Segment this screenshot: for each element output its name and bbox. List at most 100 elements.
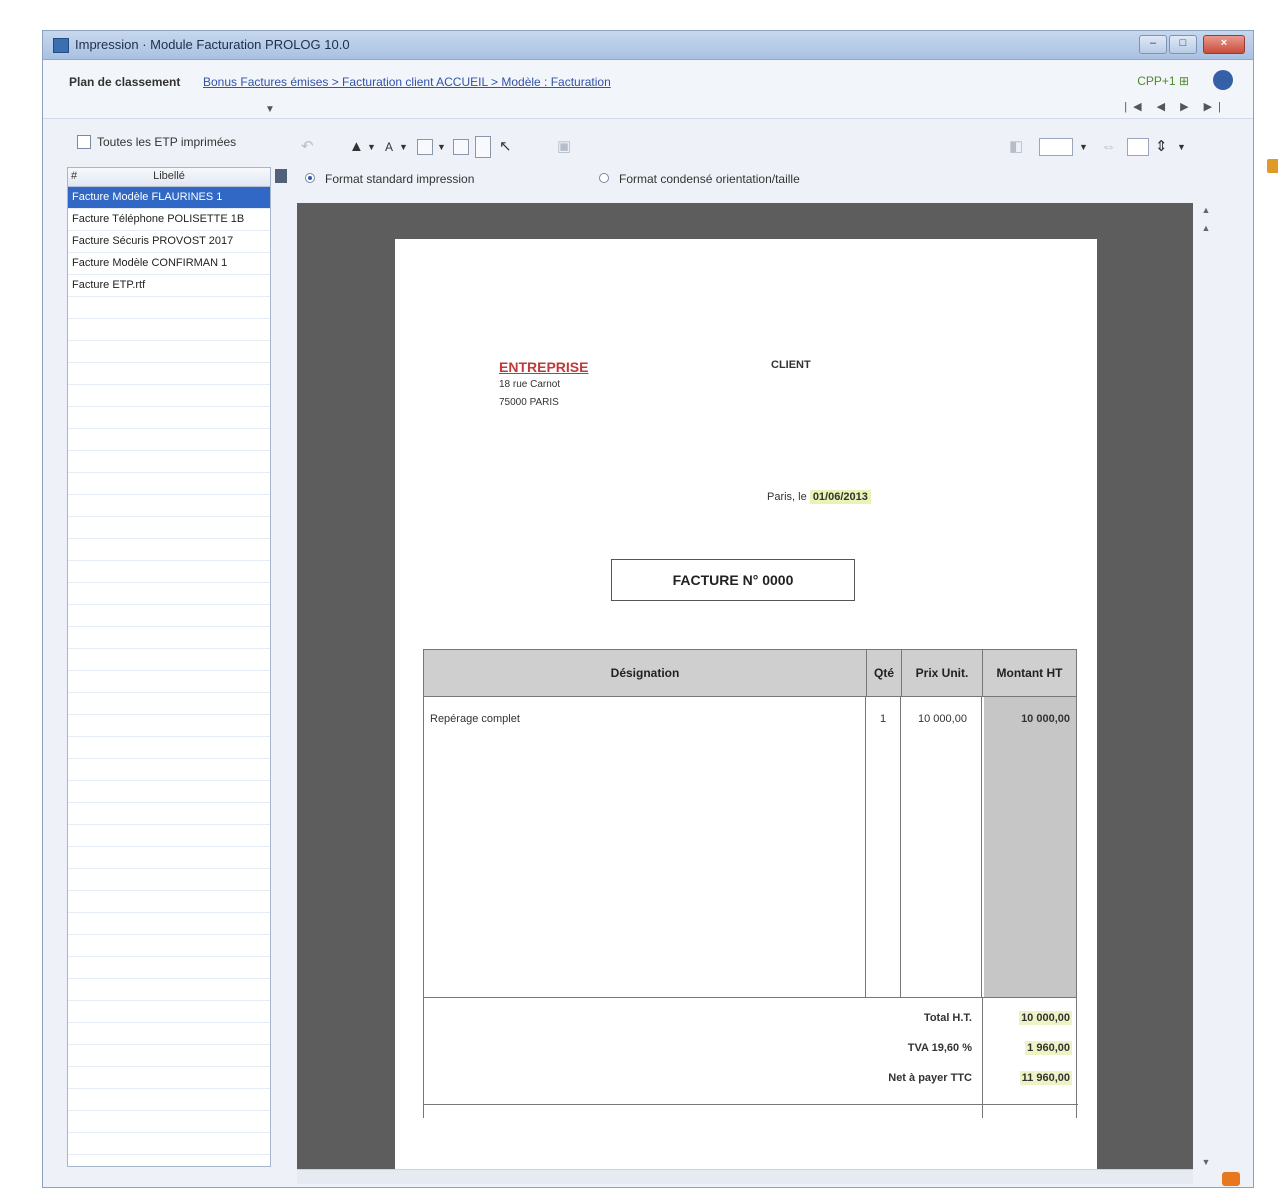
company-address-line2: 75000 PARIS [499, 397, 559, 408]
table-dropdown-icon[interactable]: ▼ [437, 137, 446, 157]
empty-list-row [68, 363, 270, 385]
document-list[interactable]: # Libellé Facture Modèle FLAURINES 1 Fact… [67, 167, 271, 1167]
collapse-arrow-icon[interactable]: ▼ [265, 104, 275, 115]
text-color-icon[interactable]: ▲ [349, 137, 364, 157]
empty-list-row [68, 1045, 270, 1067]
empty-list-row [68, 1133, 270, 1155]
remove-document-button[interactable] [275, 169, 287, 183]
scroll-page-up-icon[interactable]: ▲ [1199, 223, 1213, 233]
scroll-up-icon[interactable]: ▲ [1199, 205, 1213, 215]
empty-list-row [68, 539, 270, 561]
zoom-input[interactable] [1039, 138, 1073, 156]
page-nav-icon[interactable]: ⇕ [1155, 137, 1168, 157]
empty-list-row [68, 649, 270, 671]
empty-list-row [68, 913, 270, 935]
fit-width-icon[interactable]: ⇔ [1101, 137, 1116, 157]
document-sidebar: Toutes les ETP imprimées # Libellé Factu… [67, 127, 271, 1167]
breadcrumb[interactable]: Bonus Factures émises > Facturation clie… [203, 75, 611, 89]
maximize-button[interactable]: □ [1169, 35, 1197, 54]
total-ttc-value: 11 960,00 [1019, 1071, 1072, 1085]
close-button[interactable]: × [1203, 35, 1245, 54]
format-options: Format standard impression Format conden… [301, 169, 1253, 189]
invoice-title: FACTURE N° 0000 [672, 572, 794, 588]
print-all-label: Toutes les ETP imprimées [97, 135, 237, 149]
notes-icon[interactable] [1267, 159, 1278, 173]
app-icon [53, 38, 69, 53]
format-condensed-label: Format condensé orientation/taille [619, 172, 800, 186]
total-ttc-label: Net à payer TTC [888, 1072, 972, 1084]
tva-value: 1 960,00 [1025, 1041, 1072, 1055]
empty-list-row [68, 297, 270, 319]
vertical-scrollbar[interactable]: ▲ ▲ ▼ [1199, 203, 1213, 1169]
page-setup-icon[interactable] [475, 136, 491, 158]
empty-list-row [68, 671, 270, 693]
empty-list-row [68, 319, 270, 341]
list-item[interactable]: Facture Téléphone POLISETTE 1B [68, 209, 270, 231]
tva-label: TVA 19,60 % [907, 1042, 972, 1054]
invoice-table: Désignation Qté Prix Unit. Montant HT Re… [423, 649, 1078, 1119]
row-unit-price: 10 000,00 [918, 713, 967, 725]
empty-list-row [68, 583, 270, 605]
company-name: ENTREPRISE [499, 359, 589, 375]
empty-list-row [68, 407, 270, 429]
minimize-button[interactable]: – [1139, 35, 1167, 54]
list-item[interactable]: Facture Sécuris PROVOST 2017 [68, 231, 270, 253]
maximize-icon: □ [1179, 37, 1187, 49]
font-size-dropdown-icon[interactable]: ▼ [399, 137, 408, 157]
image-icon[interactable] [453, 139, 469, 155]
empty-list-row [68, 847, 270, 869]
help-icon[interactable] [1213, 70, 1233, 90]
font-size-icon[interactable]: A [385, 137, 393, 157]
print-icon[interactable]: ▣ [557, 137, 571, 157]
close-icon: × [1220, 37, 1228, 49]
horizontal-scrollbar[interactable] [297, 1169, 1193, 1184]
empty-list-row [68, 715, 270, 737]
empty-list-row [68, 1023, 270, 1045]
empty-list-row [68, 825, 270, 847]
format-standard-radio[interactable] [305, 173, 315, 183]
empty-list-row [68, 979, 270, 1001]
totals-divider [982, 998, 983, 1118]
empty-list-row [68, 451, 270, 473]
undo-icon[interactable]: ↶ [301, 137, 314, 157]
app-window: Impression · Module Facturation PROLOG 1… [42, 30, 1278, 1188]
client-label: CLIENT [771, 359, 811, 371]
list-item[interactable]: Facture Modèle FLAURINES 1 [68, 187, 270, 209]
scroll-down-icon[interactable]: ▼ [1199, 1157, 1213, 1167]
empty-list-row [68, 1067, 270, 1089]
format-condensed-radio[interactable] [599, 173, 609, 183]
pointer-icon[interactable]: ↖ [499, 137, 512, 157]
list-item[interactable]: Facture Modèle CONFIRMAN 1 [68, 253, 270, 275]
totals-block: Total H.T. 10 000,00 TVA 19,60 % 1 960,0… [423, 998, 1078, 1118]
table-icon[interactable] [417, 139, 433, 155]
tray-icon[interactable] [1222, 1172, 1240, 1186]
empty-list-row [68, 935, 270, 957]
text-color-dropdown-icon[interactable]: ▼ [367, 137, 376, 157]
header-unit-price: Prix Unit. [915, 666, 969, 680]
invoice-date: 01/06/2013 [809, 490, 871, 504]
row-qty: 1 [880, 713, 887, 725]
document-viewer[interactable]: ENTREPRISE 18 rue Carnot 75000 PARIS CLI… [297, 203, 1193, 1169]
empty-list-row [68, 803, 270, 825]
list-item[interactable]: Facture ETP.rtf [68, 275, 270, 297]
page-nav-dropdown-icon[interactable]: ▼ [1177, 137, 1186, 157]
window-title: Impression · Module Facturation PROLOG 1… [75, 37, 350, 52]
total-ht-value: 10 000,00 [1019, 1011, 1072, 1025]
zoom-out-icon[interactable]: ◧ [1009, 137, 1023, 157]
header-designation: Désignation [610, 666, 680, 680]
empty-list-row [68, 1155, 270, 1166]
empty-list-row [68, 737, 270, 759]
page-number-input[interactable] [1127, 138, 1149, 156]
place-date: Paris, le 01/06/2013 [767, 490, 871, 504]
column-divider [900, 697, 901, 997]
classification-label: Plan de classement [69, 75, 181, 89]
record-pager[interactable]: |◀ ◀ ▶ ▶| [1124, 100, 1227, 113]
empty-list-row [68, 957, 270, 979]
invoice-table-header: Désignation Qté Prix Unit. Montant HT [423, 649, 1077, 697]
empty-list-row [68, 429, 270, 451]
print-all-checkbox[interactable] [77, 135, 91, 149]
invoice-title-box: FACTURE N° 0000 [611, 559, 855, 601]
empty-list-row [68, 759, 270, 781]
invoice-page: ENTREPRISE 18 rue Carnot 75000 PARIS CLI… [395, 239, 1097, 1169]
zoom-dropdown-icon[interactable]: ▼ [1079, 137, 1088, 157]
